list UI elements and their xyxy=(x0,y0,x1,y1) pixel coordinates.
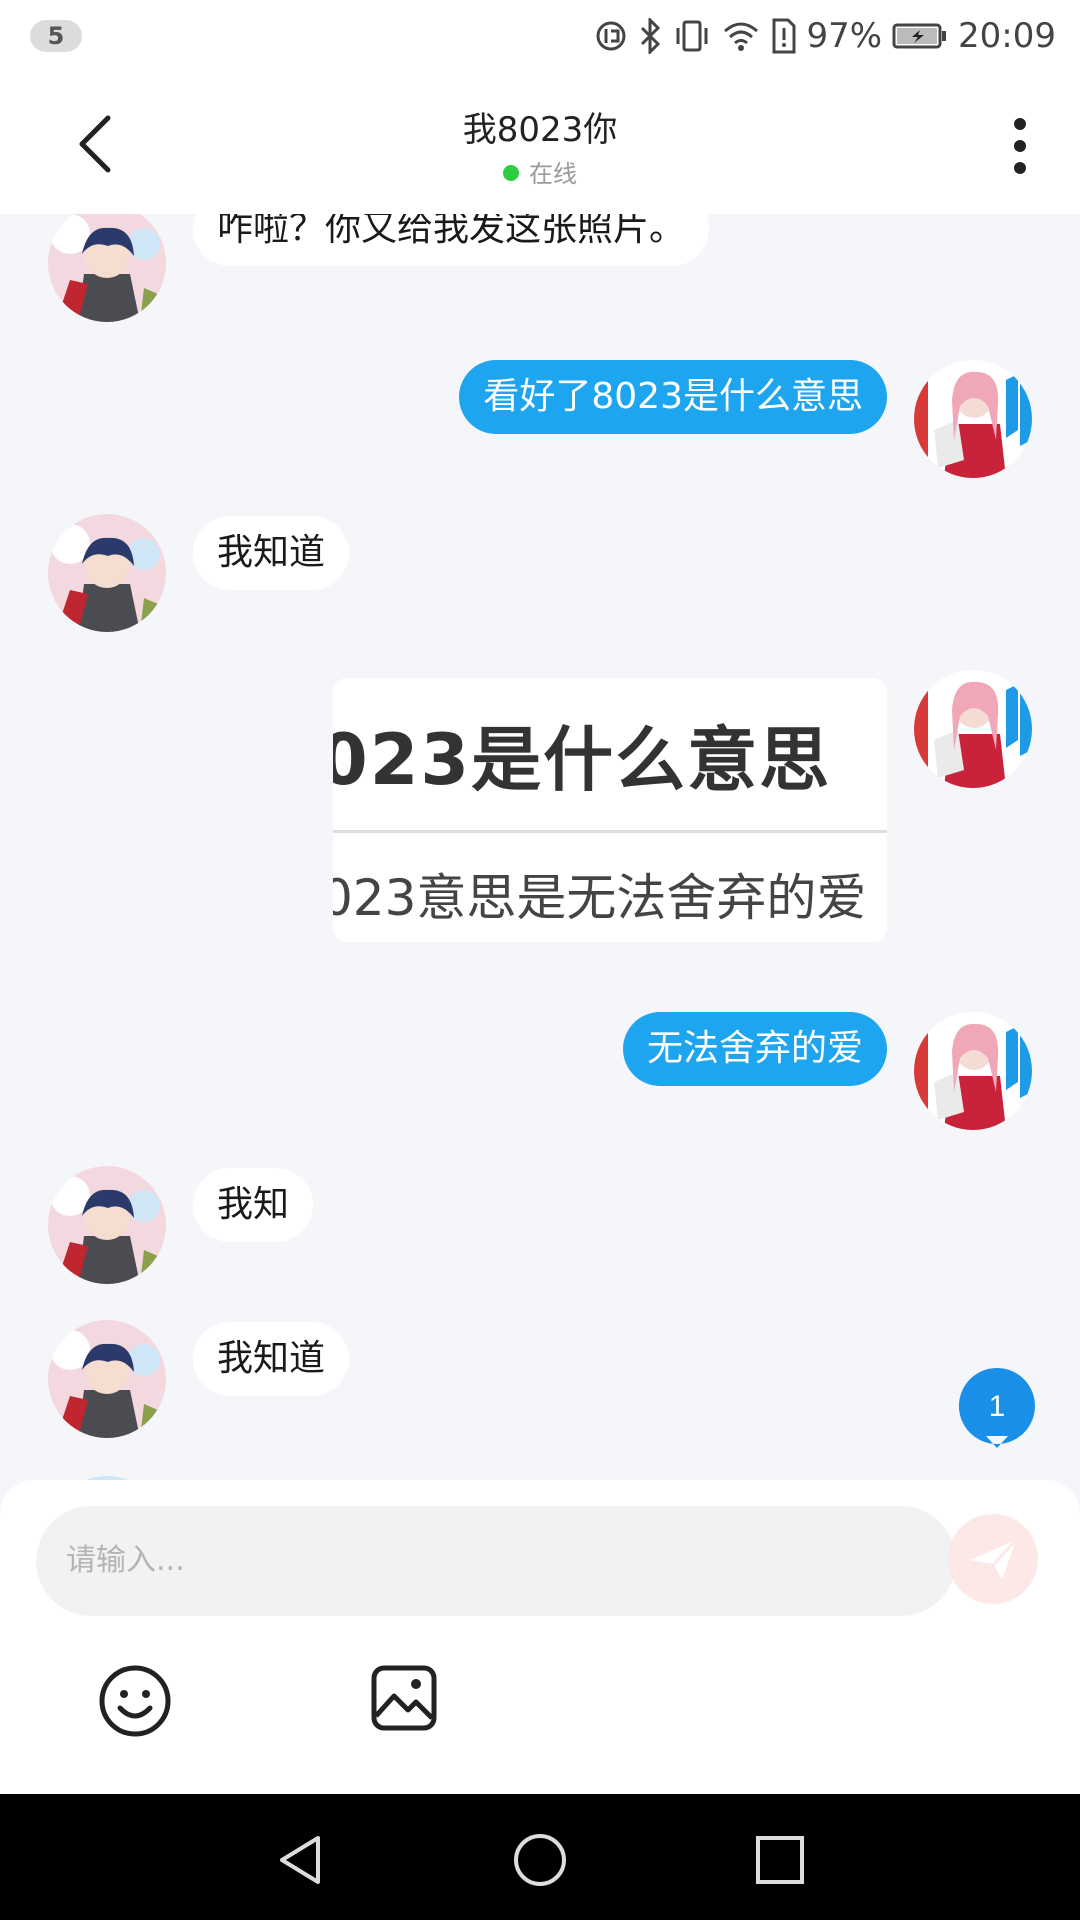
online-dot-icon xyxy=(503,165,519,181)
status-icons: 97% 20:09 xyxy=(594,14,1056,58)
system-navigation-bar xyxy=(0,1794,1080,1920)
clock: 20:09 xyxy=(958,16,1056,56)
my-avatar[interactable] xyxy=(914,670,1032,788)
nav-recents-icon[interactable] xyxy=(752,1832,808,1888)
compose-bar: 请输入... xyxy=(0,1480,1080,1794)
message-bubble-incoming: 我知道 xyxy=(193,1322,350,1396)
battery-percent: 97% xyxy=(806,16,883,56)
unread-count-badge[interactable]: 1 xyxy=(956,1366,1038,1448)
message-bubble-incoming: 咋啦？你又给我发这张照片。 xyxy=(193,214,710,266)
image-text-line1: 023是什么意思 xyxy=(333,719,832,801)
image-text-line2: 023意思是无法舍弃的爱 xyxy=(333,869,867,927)
nav-home-icon[interactable] xyxy=(512,1832,568,1888)
contact-avatar[interactable] xyxy=(48,1166,166,1284)
sim-alert-icon xyxy=(772,18,796,54)
contact-avatar[interactable] xyxy=(48,214,166,322)
notification-count-badge: 5 xyxy=(30,20,82,52)
image-icon[interactable] xyxy=(370,1664,438,1732)
online-status: 在线 xyxy=(0,154,1080,189)
contact-name: 我8023你 xyxy=(462,110,618,150)
send-button[interactable] xyxy=(948,1514,1038,1604)
vibrate-icon xyxy=(676,20,708,52)
wifi-icon xyxy=(724,22,759,51)
my-avatar[interactable] xyxy=(914,360,1032,478)
message-bubble-incoming: 我知道 xyxy=(193,516,350,590)
status-bar: 5 97% 20:09 xyxy=(0,0,1080,72)
contact-avatar[interactable] xyxy=(48,514,166,632)
contact-avatar[interactable] xyxy=(48,1320,166,1438)
unread-count: 1 xyxy=(989,1390,1006,1423)
more-options-icon[interactable] xyxy=(1000,116,1040,176)
my-avatar[interactable] xyxy=(914,1012,1032,1130)
message-list[interactable]: 咋啦？你又给我发这张照片。 看好了8023是什么意思 我知道 023是什么意思 … xyxy=(0,214,1080,1484)
image-message[interactable]: 023是什么意思 023意思是无法舍弃的爱 xyxy=(333,678,887,942)
data-saver-icon xyxy=(596,21,626,51)
online-status-label: 在线 xyxy=(529,160,577,188)
emoji-icon[interactable] xyxy=(98,1664,172,1738)
image-divider xyxy=(333,830,887,833)
battery-charging-icon xyxy=(892,23,947,49)
nav-back-icon[interactable] xyxy=(272,1832,328,1888)
message-bubble-incoming: 我知 xyxy=(193,1168,314,1242)
message-bubble-outgoing: 看好了8023是什么意思 xyxy=(459,360,887,434)
message-input[interactable]: 请输入... xyxy=(36,1506,956,1616)
chat-header: 我8023你 在线 xyxy=(0,72,1080,214)
message-bubble-outgoing: 无法舍弃的爱 xyxy=(622,1012,887,1086)
send-icon xyxy=(970,1538,1018,1580)
bluetooth-icon xyxy=(641,18,661,54)
